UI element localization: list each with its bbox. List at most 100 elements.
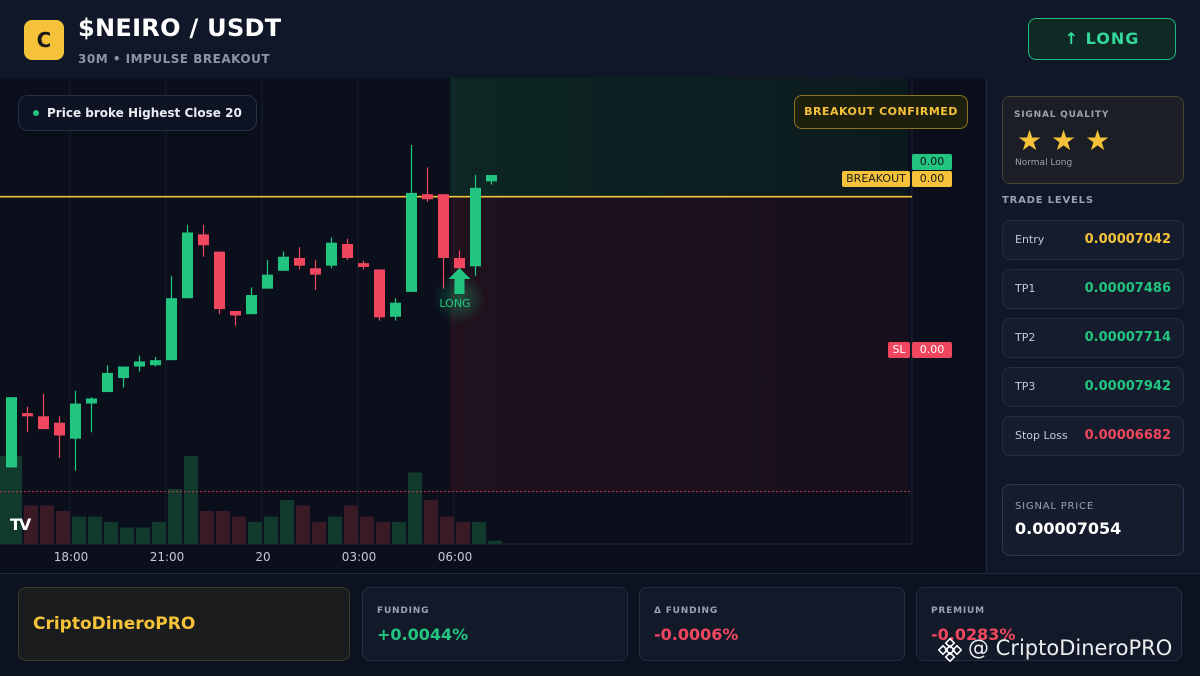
star-icon: ★ (1051, 124, 1077, 157)
volume-bar (216, 511, 230, 544)
volume-bar (312, 522, 326, 544)
volume-bar (200, 511, 214, 544)
level-tp2: TP2 0.00007714 (1002, 318, 1184, 358)
candle-body (486, 175, 497, 182)
delta-funding-title: Δ FUNDING (654, 606, 719, 616)
volume-bar (392, 522, 406, 544)
candle-body (422, 194, 433, 200)
delta-funding-card: Δ FUNDING -0.0006% (639, 587, 905, 661)
star-icon: ★ (1085, 124, 1111, 157)
candle-body (166, 298, 177, 361)
level-value: 0.00007714 (1084, 330, 1171, 345)
volume-bar (184, 456, 198, 544)
candle-body (70, 403, 81, 439)
volume-bar (40, 505, 54, 544)
volume-bar (424, 500, 438, 544)
candle-body (374, 269, 385, 318)
status-dot (33, 110, 39, 116)
timeframe-subtitle: 30M • IMPULSE BREAKOUT (78, 52, 271, 66)
candle-body (102, 372, 113, 393)
volume-bar (264, 516, 278, 544)
signal-quality-text: Normal Long (1015, 158, 1073, 168)
level-value: 0.00006682 (1084, 428, 1171, 443)
level-name: Entry (1015, 233, 1045, 246)
volume-bar (280, 500, 294, 544)
candle-body (262, 274, 273, 289)
volume-bar (152, 522, 166, 544)
breakout-info-text: Price broke Highest Close 20 (47, 106, 242, 120)
volume-bar (408, 472, 422, 544)
signal-price-value: 0.00007054 (1015, 519, 1122, 538)
level-name: TP1 (1015, 282, 1036, 295)
candle-body (118, 366, 129, 379)
binance-icon (938, 638, 962, 662)
volume-bar (488, 540, 502, 544)
x-tick-0300: 03:00 (341, 550, 377, 564)
sl-price-tag: 0.00 (912, 342, 952, 358)
trade-levels-title: TRADE LEVELS (1002, 195, 1094, 206)
level-entry: Entry 0.00007042 (1002, 220, 1184, 260)
candle-body (454, 258, 465, 269)
sl-line-tag: SL (888, 342, 910, 358)
volume-bar (344, 505, 358, 544)
volume-bar (456, 522, 470, 544)
candle-body (310, 268, 321, 275)
level-value: 0.00007486 (1084, 281, 1171, 296)
candle-body (134, 361, 145, 367)
candle-body (342, 243, 353, 259)
signal-price-card: SIGNAL PRICE 0.00007054 (1002, 484, 1184, 556)
candle-body (326, 242, 337, 266)
candle-body (470, 187, 481, 267)
volume-bar (360, 516, 374, 544)
candle-body (246, 295, 257, 315)
candle-body (6, 397, 17, 468)
level-stop-loss: Stop Loss 0.00006682 (1002, 416, 1184, 456)
breakout-confirmed-badge: BREAKOUT CONFIRMED (794, 95, 968, 129)
brand-card: CriptoDineroPRO (18, 587, 350, 661)
brand-name: CriptoDineroPRO (33, 614, 196, 634)
candle-body (214, 251, 225, 310)
funding-title: FUNDING (377, 606, 430, 616)
candle-body (230, 311, 241, 316)
candlestick-chart[interactable] (0, 78, 985, 573)
candle-body (198, 234, 209, 246)
stop-loss-zone (450, 196, 908, 492)
price-chart[interactable] (0, 78, 985, 573)
candle-body (150, 360, 161, 366)
funding-card: FUNDING +0.0044% (362, 587, 628, 661)
long-signal-button[interactable]: ↑ LONG (1028, 18, 1176, 60)
candle-body (22, 413, 33, 417)
volume-bar (248, 522, 262, 544)
level-value: 0.00007942 (1084, 379, 1171, 394)
candle-body (358, 263, 369, 267)
volume-bar (328, 516, 342, 544)
volume-bar (56, 511, 70, 544)
candle-body (278, 256, 289, 271)
candle-body (406, 192, 417, 292)
candle-body (438, 194, 449, 259)
candle-body (182, 232, 193, 299)
breakout-price-tag: 0.00 (912, 171, 952, 187)
breakout-info-pill: Price broke Highest Close 20 (18, 95, 257, 131)
volume-bar (376, 522, 390, 544)
level-name: TP3 (1015, 380, 1036, 393)
premium-title: PREMIUM (931, 606, 985, 616)
signal-quality-title: SIGNAL QUALITY (1014, 110, 1110, 120)
pair-title: $NEIRO / USDT (78, 14, 282, 42)
x-tick-20: 20 (255, 550, 271, 564)
x-tick-2100: 21:00 (149, 550, 185, 564)
volume-bar (72, 516, 86, 544)
tradingview-logo: TV (10, 515, 31, 534)
volume-bar (104, 522, 118, 544)
volume-bar (232, 516, 246, 544)
level-tp3: TP3 0.00007942 (1002, 367, 1184, 407)
candle-body (390, 302, 401, 317)
long-entry-label: LONG (439, 297, 471, 310)
x-tick-0600: 06:00 (437, 550, 473, 564)
volume-bar (440, 516, 454, 544)
volume-bar (168, 489, 182, 544)
candle-body (54, 422, 65, 436)
volume-bar (136, 527, 150, 544)
funding-value: +0.0044% (377, 625, 469, 644)
volume-bar (296, 505, 310, 544)
